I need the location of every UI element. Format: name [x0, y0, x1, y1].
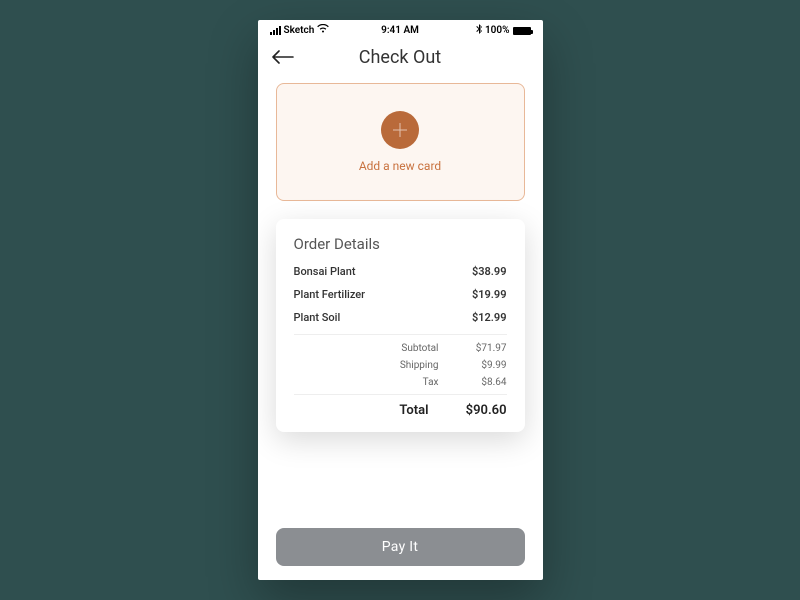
- tax-label: Tax: [423, 377, 439, 388]
- item-name: Bonsai Plant: [294, 265, 356, 278]
- order-details-title: Order Details: [294, 235, 507, 253]
- status-bar: Sketch 9:41 AM 100%: [258, 20, 543, 39]
- add-card-panel[interactable]: Add a new card: [276, 83, 525, 201]
- total-row: Total $90.60: [294, 403, 507, 418]
- order-line-item: Plant Soil $12.99: [294, 311, 507, 324]
- subtotal-value: $71.97: [467, 343, 507, 354]
- item-price: $12.99: [472, 311, 507, 324]
- subtotal-row: Subtotal $71.97: [294, 343, 507, 354]
- battery-icon: [513, 27, 531, 35]
- subtotal-label: Subtotal: [401, 343, 438, 354]
- divider: [294, 394, 507, 395]
- signal-icon: [270, 26, 281, 35]
- header: Check Out: [258, 39, 543, 77]
- divider: [294, 334, 507, 335]
- shipping-row: Shipping $9.99: [294, 360, 507, 371]
- order-line-item: Plant Fertilizer $19.99: [294, 288, 507, 301]
- pay-button[interactable]: Pay It: [276, 528, 525, 566]
- clock: 9:41 AM: [381, 25, 419, 36]
- wifi-icon: [317, 24, 329, 36]
- tax-row: Tax $8.64: [294, 377, 507, 388]
- item-price: $19.99: [472, 288, 507, 301]
- phone-frame: Sketch 9:41 AM 100% Check Out Add a new …: [258, 20, 543, 580]
- page-title: Check Out: [359, 47, 441, 68]
- carrier-label: Sketch: [284, 25, 315, 36]
- shipping-label: Shipping: [400, 360, 439, 371]
- total-label: Total: [399, 403, 428, 418]
- item-name: Plant Soil: [294, 311, 341, 324]
- item-price: $38.99: [472, 265, 507, 278]
- back-button[interactable]: [272, 47, 294, 67]
- total-value: $90.60: [457, 403, 507, 418]
- plus-icon: [381, 111, 419, 149]
- order-line-item: Bonsai Plant $38.99: [294, 265, 507, 278]
- order-details-card: Order Details Bonsai Plant $38.99 Plant …: [276, 219, 525, 432]
- add-card-label: Add a new card: [359, 159, 441, 173]
- shipping-value: $9.99: [467, 360, 507, 371]
- item-name: Plant Fertilizer: [294, 288, 366, 301]
- battery-pct: 100%: [485, 25, 510, 36]
- bluetooth-icon: [476, 24, 482, 37]
- tax-value: $8.64: [467, 377, 507, 388]
